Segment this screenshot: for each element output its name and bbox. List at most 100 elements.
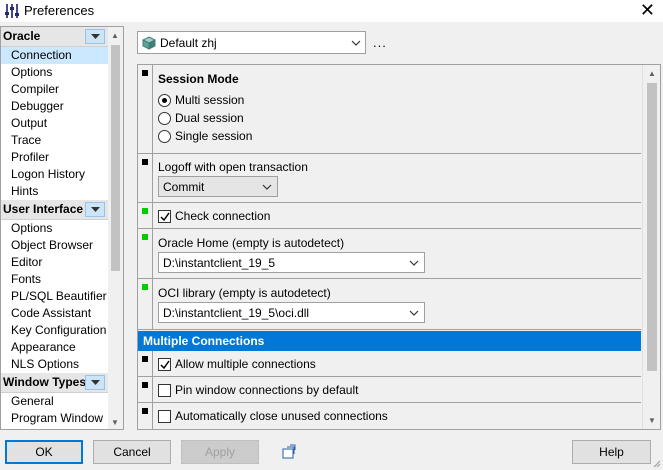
- logoff-label: Logoff with open transaction: [158, 160, 308, 174]
- marker-green: [142, 234, 148, 240]
- chevron-down-icon[interactable]: [409, 260, 419, 266]
- ok-button[interactable]: OK: [5, 440, 83, 464]
- marker-black: [142, 70, 148, 76]
- collapse-chevron-icon[interactable]: [85, 202, 105, 217]
- cube-icon: [142, 36, 156, 50]
- tree-group-oracle[interactable]: Oracle: [1, 27, 123, 47]
- radio-button[interactable]: [158, 129, 171, 143]
- scroll-down-icon[interactable]: ▼: [648, 416, 656, 425]
- collapse-chevron-icon[interactable]: [85, 375, 105, 390]
- chevron-down-icon: [262, 184, 272, 190]
- auto-close-row[interactable]: Automatically close unused connections: [158, 409, 388, 423]
- oracle-home-label: Oracle Home (empty is autodetect): [158, 236, 345, 250]
- oracle-home-value: D:\instantclient_19_5: [163, 256, 276, 270]
- radio-label: Dual session: [175, 111, 244, 125]
- tree-item-ui-options[interactable]: Options: [1, 220, 109, 237]
- panel-scrollbar[interactable]: ▲ ▼: [642, 65, 660, 429]
- radio-label: Multi session: [175, 93, 245, 107]
- logoff-value: Commit: [163, 180, 205, 194]
- tree-item-code-assistant[interactable]: Code Assistant: [1, 305, 109, 322]
- help-button[interactable]: Help: [572, 440, 651, 464]
- tree-item-key-configuration[interactable]: Key Configuration: [1, 322, 109, 339]
- title-bar: Preferences ✕: [0, 0, 663, 22]
- cancel-button[interactable]: Cancel: [93, 440, 171, 464]
- marker-green: [142, 284, 148, 290]
- tree-group-user-interface[interactable]: User Interface: [1, 200, 123, 220]
- multiple-connections-header: Multiple Connections: [138, 331, 641, 351]
- window-title: Preferences: [24, 3, 95, 18]
- logoff-select[interactable]: Commit: [158, 176, 278, 197]
- oci-library-combo[interactable]: D:\instantclient_19_5\oci.dll: [158, 302, 425, 323]
- resize-grip-icon[interactable]: [653, 460, 661, 468]
- tree-item-hints[interactable]: Hints: [1, 183, 109, 200]
- auto-close-checkbox[interactable]: [158, 409, 171, 423]
- marker-black: [142, 382, 148, 388]
- tree-item-object-browser[interactable]: Object Browser: [1, 237, 109, 254]
- tree-item-output[interactable]: Output: [1, 115, 109, 132]
- apply-button[interactable]: Apply: [181, 440, 259, 464]
- tree-group-label: User Interface: [3, 202, 84, 216]
- tree-item-compiler[interactable]: Compiler: [1, 81, 109, 98]
- tree-item-debugger[interactable]: Debugger: [1, 98, 109, 115]
- checkbox-label: Allow multiple connections: [175, 357, 316, 371]
- section-oracle-home: Oracle Home (empty is autodetect) D:\ins…: [138, 229, 641, 279]
- tree-item-profiler[interactable]: Profiler: [1, 149, 109, 166]
- scroll-thumb[interactable]: [647, 83, 657, 371]
- radio-dual-session[interactable]: Dual session: [158, 110, 244, 126]
- section-pin-window: Pin window connections by default: [138, 377, 641, 403]
- oci-library-label: OCI library (empty is autodetect): [158, 286, 331, 300]
- section-auto-close: Automatically close unused connections: [138, 403, 641, 429]
- marker-green: [142, 208, 148, 214]
- radio-multi-session[interactable]: Multi session: [158, 92, 244, 108]
- scroll-up-icon[interactable]: ▲: [648, 69, 656, 78]
- profile-value: Default zhj: [160, 36, 217, 50]
- collapse-chevron-icon[interactable]: [85, 29, 105, 44]
- check-connection-checkbox[interactable]: [158, 209, 171, 223]
- section-check-connection: Check connection: [138, 203, 641, 229]
- allow-multiple-row[interactable]: Allow multiple connections: [158, 357, 316, 371]
- checkbox-label: Pin window connections by default: [175, 383, 359, 397]
- radio-button[interactable]: [158, 111, 171, 125]
- allow-multiple-checkbox[interactable]: [158, 357, 171, 371]
- pin-window-checkbox[interactable]: [158, 383, 171, 397]
- tree-item-nls-options[interactable]: NLS Options: [1, 356, 109, 373]
- more-button[interactable]: ...: [373, 35, 387, 50]
- tree-item-options[interactable]: Options: [1, 64, 109, 81]
- radio-label: Single session: [175, 129, 253, 143]
- oci-library-value: D:\instantclient_19_5\oci.dll: [163, 306, 310, 320]
- chevron-down-icon: [351, 40, 361, 46]
- tree-item-trace[interactable]: Trace: [1, 132, 109, 149]
- tree-item-logon-history[interactable]: Logon History: [1, 166, 109, 183]
- tree-item-fonts[interactable]: Fonts: [1, 271, 109, 288]
- check-connection-row[interactable]: Check connection: [158, 209, 270, 223]
- radio-button[interactable]: [158, 93, 171, 107]
- scroll-down-icon[interactable]: ▼: [111, 418, 119, 427]
- section-logoff: Logoff with open transaction Commit: [138, 154, 641, 203]
- tree-group-window-types[interactable]: Window Types: [1, 373, 123, 393]
- oracle-home-combo[interactable]: D:\instantclient_19_5: [158, 252, 425, 273]
- tree-item-plsql-beautifier[interactable]: PL/SQL Beautifier: [1, 288, 109, 305]
- tree-item-appearance[interactable]: Appearance: [1, 339, 109, 356]
- tree-group-label: Window Types: [3, 375, 87, 389]
- section-oci-library: OCI library (empty is autodetect) D:\ins…: [138, 279, 641, 330]
- settings-panel: Session Mode Multi session Dual session …: [137, 64, 661, 430]
- profile-select[interactable]: Default zhj: [137, 31, 366, 54]
- pin-window-row[interactable]: Pin window connections by default: [158, 383, 358, 397]
- chevron-down-icon[interactable]: [409, 310, 419, 316]
- marker-black: [142, 159, 148, 165]
- section-allow-multiple: Allow multiple connections: [138, 351, 641, 377]
- tree-scrollbar[interactable]: ▲ ▼: [108, 27, 123, 429]
- session-mode-title: Session Mode: [158, 72, 239, 86]
- category-tree[interactable]: Oracle Connection Options Compiler Debug…: [0, 26, 124, 430]
- tree-item-program-window[interactable]: Program Window: [1, 410, 109, 427]
- scroll-thumb[interactable]: [111, 45, 120, 271]
- tree-item-connection[interactable]: Connection: [1, 47, 109, 64]
- preferences-icon: [5, 4, 19, 18]
- export-settings-icon[interactable]: [281, 444, 297, 460]
- close-icon[interactable]: ✕: [640, 1, 655, 19]
- scroll-up-icon[interactable]: ▲: [111, 31, 119, 40]
- radio-single-session[interactable]: Single session: [158, 128, 252, 144]
- checkbox-label: Check connection: [175, 209, 271, 223]
- tree-item-general[interactable]: General: [1, 393, 109, 410]
- tree-item-editor[interactable]: Editor: [1, 254, 109, 271]
